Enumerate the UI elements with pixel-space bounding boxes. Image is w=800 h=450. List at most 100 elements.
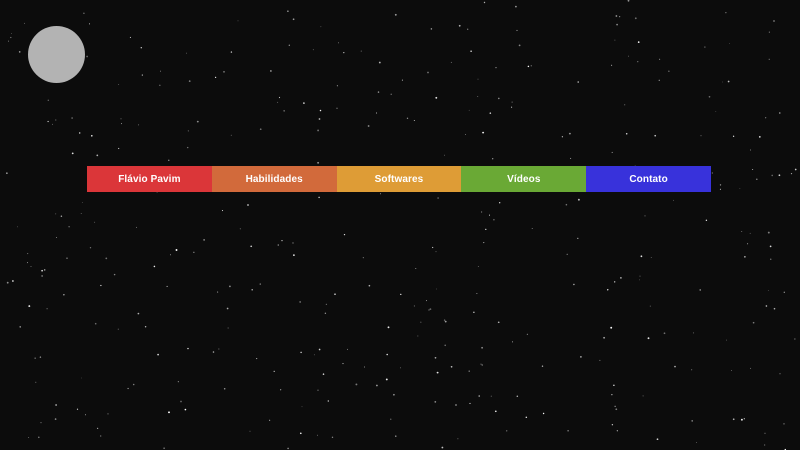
star	[620, 277, 622, 279]
star	[196, 120, 199, 123]
star	[647, 337, 650, 340]
star	[318, 348, 321, 351]
star	[212, 351, 215, 353]
star	[580, 356, 582, 358]
star	[567, 429, 569, 432]
star	[444, 344, 446, 347]
nav-item-flavio-pavim[interactable]: Flávio Pavim	[87, 166, 212, 192]
star	[477, 78, 479, 80]
star	[292, 18, 295, 21]
star	[7, 40, 10, 42]
star	[153, 265, 156, 268]
star	[256, 358, 258, 360]
star	[741, 230, 743, 233]
star	[468, 109, 470, 111]
star	[516, 29, 518, 31]
star	[779, 112, 781, 114]
star	[322, 373, 325, 375]
star	[54, 418, 57, 420]
star	[247, 204, 249, 206]
star	[187, 130, 189, 132]
star	[616, 23, 618, 26]
star	[229, 285, 231, 288]
star	[708, 95, 711, 98]
star	[516, 395, 519, 398]
star	[120, 118, 122, 120]
star	[457, 438, 459, 440]
star	[577, 198, 580, 201]
star	[39, 356, 42, 358]
star	[639, 279, 640, 281]
star	[794, 168, 797, 171]
star	[387, 326, 390, 329]
star	[515, 5, 517, 8]
star	[168, 159, 170, 161]
star	[639, 275, 641, 277]
star	[740, 418, 743, 421]
star	[437, 197, 439, 199]
star	[259, 283, 261, 285]
star	[390, 93, 392, 95]
star	[377, 91, 380, 93]
nav-item-contato[interactable]: Contato	[586, 166, 711, 192]
star	[494, 410, 497, 413]
star	[561, 136, 564, 138]
avatar[interactable]	[28, 26, 85, 83]
star	[441, 446, 444, 449]
star	[395, 435, 397, 437]
nav-item-softwares[interactable]: Softwares	[336, 166, 462, 192]
nav-item-habilidades[interactable]: Habilidades	[211, 166, 337, 192]
star	[144, 325, 147, 328]
star	[138, 124, 140, 126]
star	[769, 245, 772, 248]
star	[318, 118, 321, 120]
star	[141, 74, 143, 76]
star	[270, 70, 272, 72]
star	[599, 359, 601, 361]
star	[566, 253, 568, 255]
star	[217, 291, 219, 293]
star	[493, 218, 495, 221]
star	[443, 154, 445, 156]
star	[360, 50, 362, 52]
star	[758, 136, 761, 138]
star	[55, 213, 57, 215]
star	[611, 394, 613, 396]
star	[71, 152, 74, 155]
star	[483, 1, 486, 4]
star	[319, 109, 322, 112]
star	[269, 419, 271, 421]
star	[719, 184, 722, 186]
star	[570, 157, 572, 159]
star	[46, 308, 48, 310]
star	[362, 257, 364, 259]
star	[603, 336, 606, 339]
star	[367, 125, 370, 127]
star	[613, 384, 615, 386]
star	[299, 432, 302, 435]
star	[511, 106, 513, 108]
star	[325, 303, 328, 306]
star	[250, 245, 253, 248]
star	[649, 305, 651, 307]
star	[525, 416, 528, 419]
star	[771, 174, 774, 177]
star	[6, 172, 8, 174]
star	[430, 28, 433, 30]
star	[577, 237, 579, 240]
star	[764, 432, 766, 434]
star	[34, 357, 36, 359]
star	[743, 418, 745, 420]
star	[729, 43, 730, 44]
star	[401, 79, 403, 81]
star	[611, 151, 613, 153]
star	[658, 79, 660, 81]
nav-item-videos[interactable]: Vídeos	[461, 166, 587, 192]
star	[81, 202, 83, 203]
star	[426, 300, 427, 302]
star	[711, 172, 713, 174]
star	[368, 284, 371, 287]
star	[568, 132, 571, 135]
star	[672, 199, 674, 201]
star	[444, 320, 447, 323]
